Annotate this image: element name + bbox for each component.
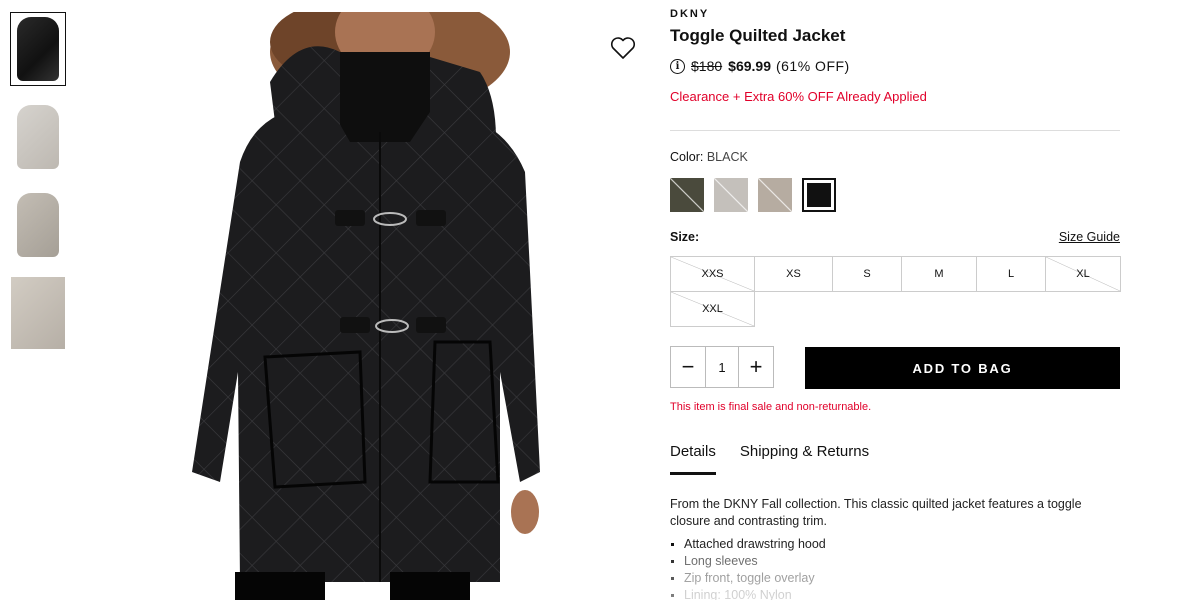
color-swatch-taupe[interactable] [758, 178, 792, 212]
product-description: From the DKNY Fall collection. This clas… [670, 497, 1082, 528]
info-icon[interactable]: i [670, 58, 685, 74]
original-price: $180 [691, 58, 723, 74]
color-label: Color: BLACK [670, 150, 748, 164]
price-row: i $180 $69.99 (61% OFF) [670, 58, 850, 74]
thumbnail-1[interactable] [10, 12, 66, 86]
size-guide-link[interactable]: Size Guide [1059, 230, 1120, 244]
size-option-xxs[interactable]: XXS [670, 256, 755, 292]
size-label: Size: [670, 230, 700, 244]
final-sale-note: This item is final sale and non-returnab… [670, 401, 872, 413]
quantity-stepper: − 1 + [670, 346, 774, 388]
thumbnail-list [10, 12, 66, 364]
size-option-xs[interactable]: XS [754, 256, 833, 292]
size-label-xxl: XXL [702, 303, 723, 315]
quantity-increase-button[interactable]: + [739, 347, 773, 387]
add-to-bag-button[interactable]: ADD TO BAG [805, 347, 1120, 389]
divider [670, 130, 1120, 131]
thumbnail-2[interactable] [10, 100, 66, 174]
discount-percent: (61% OFF) [775, 58, 850, 74]
color-swatch-light-gray[interactable] [714, 178, 748, 212]
product-tabs: Details Shipping & Returns [670, 443, 869, 475]
size-label-m: M [934, 268, 944, 280]
size-label-s: S [863, 268, 871, 280]
size-option-m[interactable]: M [901, 256, 977, 292]
size-option-l[interactable]: L [976, 256, 1046, 292]
thumbnail-4[interactable] [10, 276, 66, 350]
feature-list: Attached drawstring hood Long sleeves Zi… [670, 536, 826, 600]
color-swatch-black[interactable] [802, 178, 836, 212]
size-label-l: L [1007, 268, 1015, 280]
size-label-xl: XL [1076, 268, 1090, 280]
size-label-xs: XS [786, 268, 801, 280]
color-swatch-olive[interactable] [670, 178, 704, 212]
thumbnail-3[interactable] [10, 188, 66, 262]
feature-item: Attached drawstring hood [670, 536, 826, 553]
product-title: Toggle Quilted Jacket [670, 26, 846, 45]
brand-name[interactable]: DKNY [670, 8, 709, 20]
size-label-xxs: XXS [701, 268, 724, 280]
feature-item: Long sleeves [670, 553, 826, 570]
size-option-s[interactable]: S [832, 256, 902, 292]
color-label-text: Color: [670, 150, 704, 164]
tab-details[interactable]: Details [670, 443, 716, 475]
tab-shipping-returns[interactable]: Shipping & Returns [740, 443, 869, 475]
quantity-decrease-button[interactable]: − [671, 347, 705, 387]
feature-item: Lining: 100% Nylon [670, 587, 826, 600]
selected-color-value: BLACK [706, 150, 748, 164]
wishlist-heart-icon[interactable] [610, 36, 636, 60]
main-product-image[interactable] [180, 12, 560, 600]
sale-price: $69.99 [728, 58, 771, 74]
color-swatches [670, 178, 836, 212]
size-option-xxl[interactable]: XXL [670, 291, 755, 327]
promo-message: Clearance + Extra 60% OFF Already Applie… [670, 89, 927, 104]
feature-item: Zip front, toggle overlay [670, 570, 826, 587]
size-option-xl[interactable]: XL [1045, 256, 1121, 292]
quantity-input[interactable]: 1 [705, 347, 739, 387]
